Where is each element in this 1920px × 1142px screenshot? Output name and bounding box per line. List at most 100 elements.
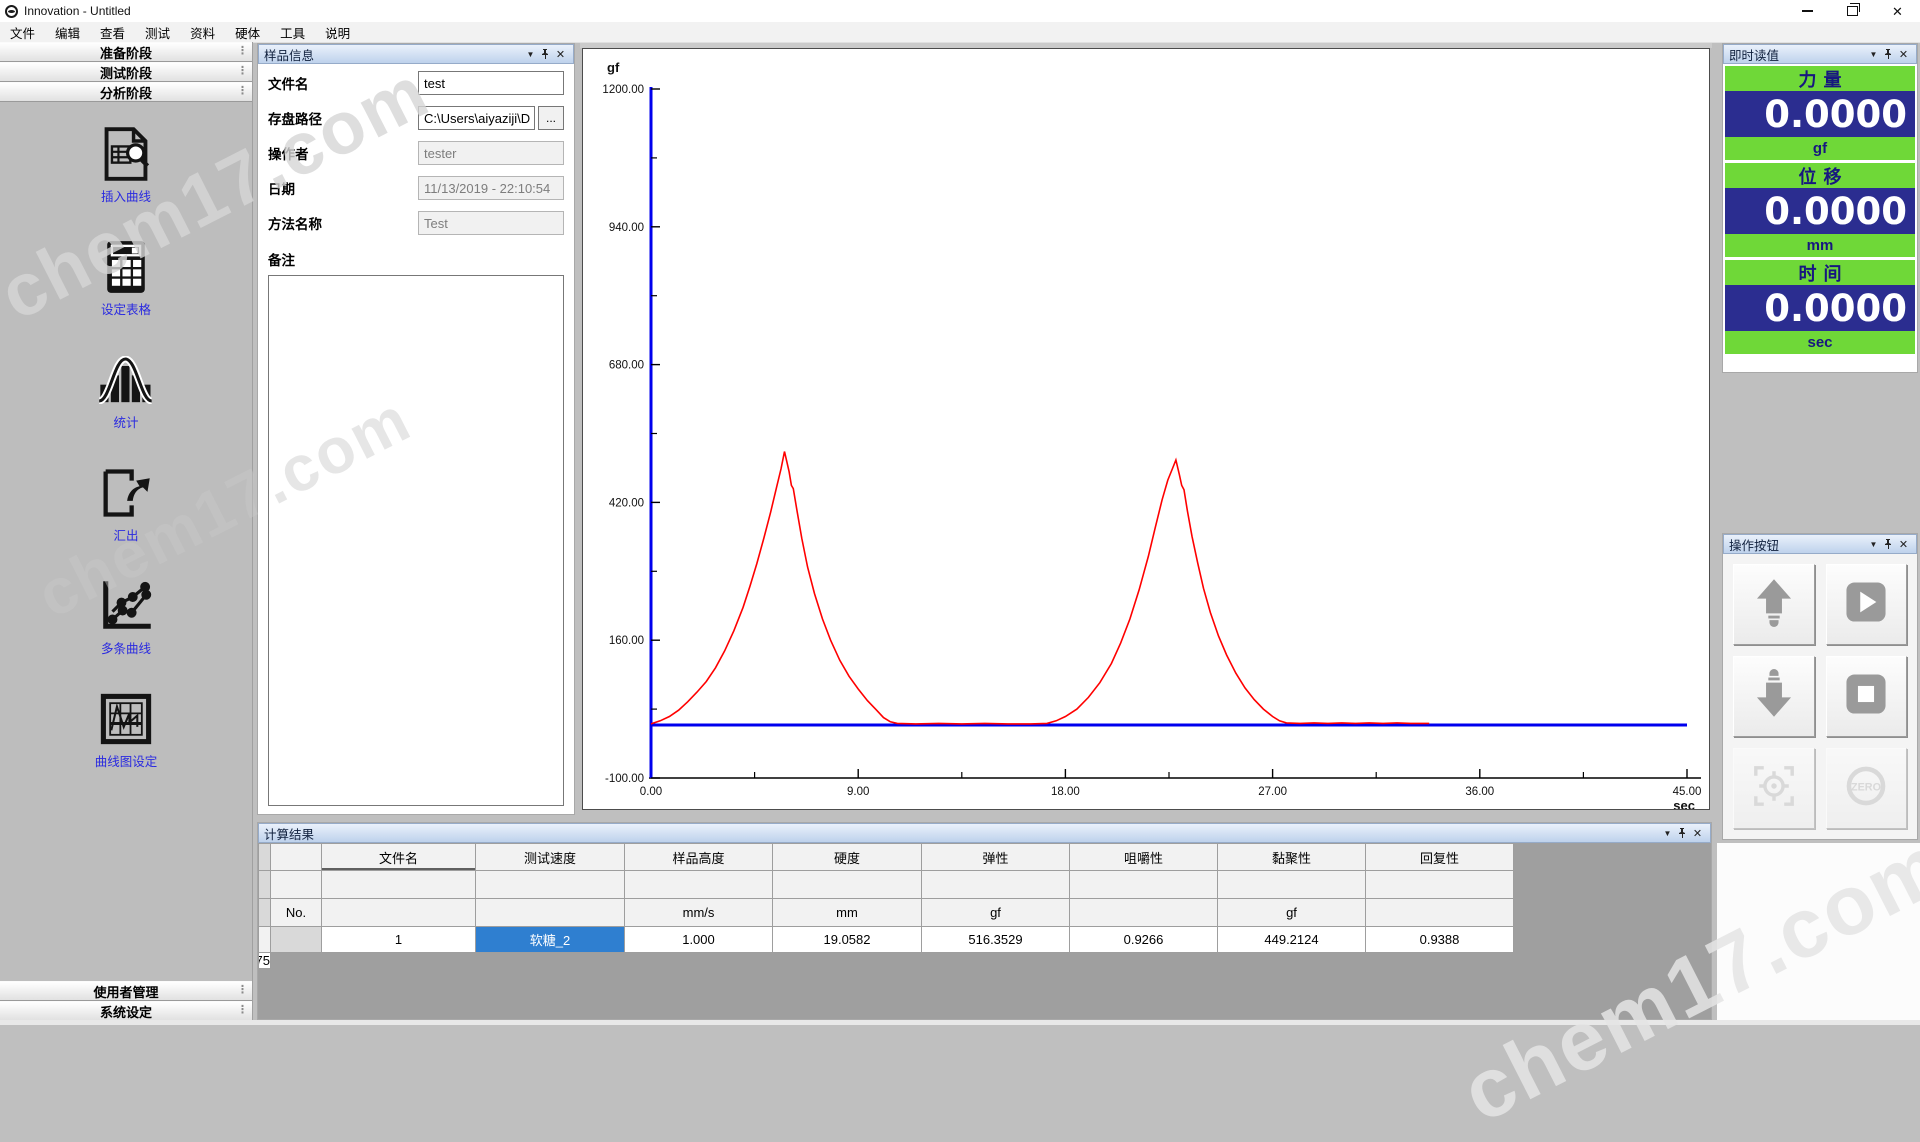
sidebar-tab[interactable]: 分析阶段: [0, 82, 252, 102]
column-header[interactable]: 硬度: [773, 844, 922, 871]
sample-field-label: 操作者: [268, 143, 418, 163]
sample-field-input[interactable]: Test: [418, 211, 564, 235]
zero-icon: ZERO: [1841, 761, 1891, 816]
close-icon[interactable]: ✕: [1896, 47, 1911, 62]
unit-cell: gf: [1218, 899, 1366, 927]
menu-item[interactable]: 编辑: [45, 22, 90, 42]
sidebar-tool[interactable]: 多条曲线: [98, 580, 154, 657]
pin-icon[interactable]: [1675, 826, 1690, 841]
result-cell[interactable]: 19.0582: [773, 927, 922, 953]
column-header[interactable]: 回复性: [1366, 844, 1514, 871]
svg-text:-100.00: -100.00: [605, 773, 644, 785]
sidebar-tab[interactable]: 系统设定: [0, 1001, 252, 1021]
sample-field-input[interactable]: 11/13/2019 - 22:10:54: [418, 176, 564, 200]
svg-text:27.00: 27.00: [1258, 786, 1287, 798]
zero-button[interactable]: ZERO: [1826, 748, 1908, 829]
realtime-readings-panel: 即时读值 ▼ ✕ 力量0.0000gf位移0.0000mm时间0.0000sec: [1722, 43, 1918, 373]
reading-group: 位移0.0000mm: [1725, 163, 1915, 257]
column-header[interactable]: 样品高度: [625, 844, 773, 871]
menu-item[interactable]: 资料: [180, 22, 225, 42]
svg-text:160.00: 160.00: [609, 635, 644, 647]
jog-down-button[interactable]: [1733, 656, 1815, 737]
table-header-cell: [322, 871, 476, 899]
table-grip-cell: [259, 844, 271, 871]
sample-field-label: 日期: [268, 178, 418, 198]
window-title: Innovation - Untitled: [24, 4, 131, 18]
column-header[interactable]: 文件名: [322, 844, 476, 871]
browse-button[interactable]: ...: [538, 106, 564, 130]
column-header[interactable]: 测试速度: [476, 844, 625, 871]
svg-text:9.00: 9.00: [847, 786, 869, 798]
statistics-icon: [98, 356, 154, 409]
chevron-down-icon[interactable]: ▼: [1866, 537, 1881, 552]
reading-group: 时间0.0000sec: [1725, 260, 1915, 354]
svg-text:ZERO: ZERO: [1851, 782, 1881, 794]
result-cell[interactable]: 1.000: [625, 927, 773, 953]
reading-unit: mm: [1725, 234, 1915, 257]
insert-curve-icon: [100, 127, 152, 186]
close-icon[interactable]: ✕: [1690, 826, 1705, 841]
chevron-down-icon[interactable]: ▼: [1660, 826, 1675, 841]
menu-item[interactable]: 查看: [90, 22, 135, 42]
play-icon: [1843, 579, 1889, 630]
result-cell[interactable]: 0.9266: [1070, 927, 1218, 953]
sample-field-label: 存盘路径: [268, 108, 418, 128]
sidebar-tool[interactable]: 插入曲线: [98, 128, 154, 205]
result-cell[interactable]: 0.9388: [1366, 927, 1514, 953]
jog-up-button[interactable]: [1733, 564, 1815, 645]
stop-button[interactable]: [1826, 656, 1908, 737]
sidebar-tab[interactable]: 测试阶段: [0, 62, 252, 82]
close-button[interactable]: ✕: [1875, 0, 1920, 22]
column-header[interactable]: 咀嚼性: [1070, 844, 1218, 871]
reading-value: 0.0000: [1725, 91, 1915, 137]
menu-item[interactable]: 测试: [135, 22, 180, 42]
minimize-button[interactable]: [1785, 0, 1830, 22]
target-button[interactable]: [1733, 748, 1815, 829]
reading-unit: sec: [1725, 331, 1915, 354]
reading-value: 0.0000: [1725, 188, 1915, 234]
table-header-cell: [773, 871, 922, 899]
sample-field-input[interactable]: tester: [418, 141, 564, 165]
table-header-cell: [922, 871, 1070, 899]
remark-textarea[interactable]: [268, 275, 564, 806]
close-icon[interactable]: ✕: [1896, 537, 1911, 552]
row-number-cell[interactable]: 1: [322, 927, 476, 953]
svg-text:1200.00: 1200.00: [602, 84, 644, 96]
table-header-cell: [476, 871, 625, 899]
menu-item[interactable]: 硬体: [225, 22, 270, 42]
export-icon: [100, 467, 152, 524]
remark-label: 备注: [268, 249, 564, 269]
sidebar-tool[interactable]: 统计: [98, 354, 154, 431]
results-header: 计算结果 ▼ ✕: [258, 823, 1711, 843]
pin-icon[interactable]: [1881, 537, 1896, 552]
sample-info-title: 样品信息: [264, 45, 314, 64]
chevron-down-icon[interactable]: ▼: [523, 47, 538, 62]
result-cell[interactable]: 软糖_2: [476, 927, 625, 953]
result-cell[interactable]: 516.3529: [922, 927, 1070, 953]
sample-field-row: 日期11/13/2019 - 22:10:54: [268, 176, 564, 200]
close-icon[interactable]: ✕: [553, 47, 568, 62]
sidebar-tool[interactable]: 曲线图设定: [95, 693, 158, 770]
pin-icon[interactable]: [1881, 47, 1896, 62]
restore-button[interactable]: [1830, 0, 1875, 22]
sample-field-input[interactable]: C:\Users\aiyaziji\D: [418, 106, 535, 130]
menu-item[interactable]: 文件: [0, 22, 45, 42]
table-grip-cell: [259, 871, 271, 899]
pin-icon[interactable]: [538, 47, 553, 62]
sample-info-panel: 样品信息 ▼ ✕ 文件名test存盘路径C:\Users\aiyaziji\D.…: [257, 43, 575, 815]
sidebar-tool-label: 插入曲线: [101, 186, 151, 205]
controls-title: 操作按钮: [1729, 535, 1779, 554]
sidebar-tab[interactable]: 使用者管理: [0, 981, 252, 1001]
sidebar-tool[interactable]: 汇出: [98, 467, 154, 544]
result-cell[interactable]: 0.7585: [259, 953, 271, 969]
menu-item[interactable]: 说明: [315, 22, 360, 42]
sidebar-tool[interactable]: 设定表格: [98, 241, 154, 318]
result-cell[interactable]: 449.2124: [1218, 927, 1366, 953]
menu-item[interactable]: 工具: [270, 22, 315, 42]
column-header[interactable]: 弹性: [922, 844, 1070, 871]
sidebar-tab[interactable]: 准备阶段: [0, 42, 252, 62]
sample-field-input[interactable]: test: [418, 71, 564, 95]
start-button[interactable]: [1826, 564, 1908, 645]
chevron-down-icon[interactable]: ▼: [1866, 47, 1881, 62]
column-header[interactable]: 黏聚性: [1218, 844, 1366, 871]
